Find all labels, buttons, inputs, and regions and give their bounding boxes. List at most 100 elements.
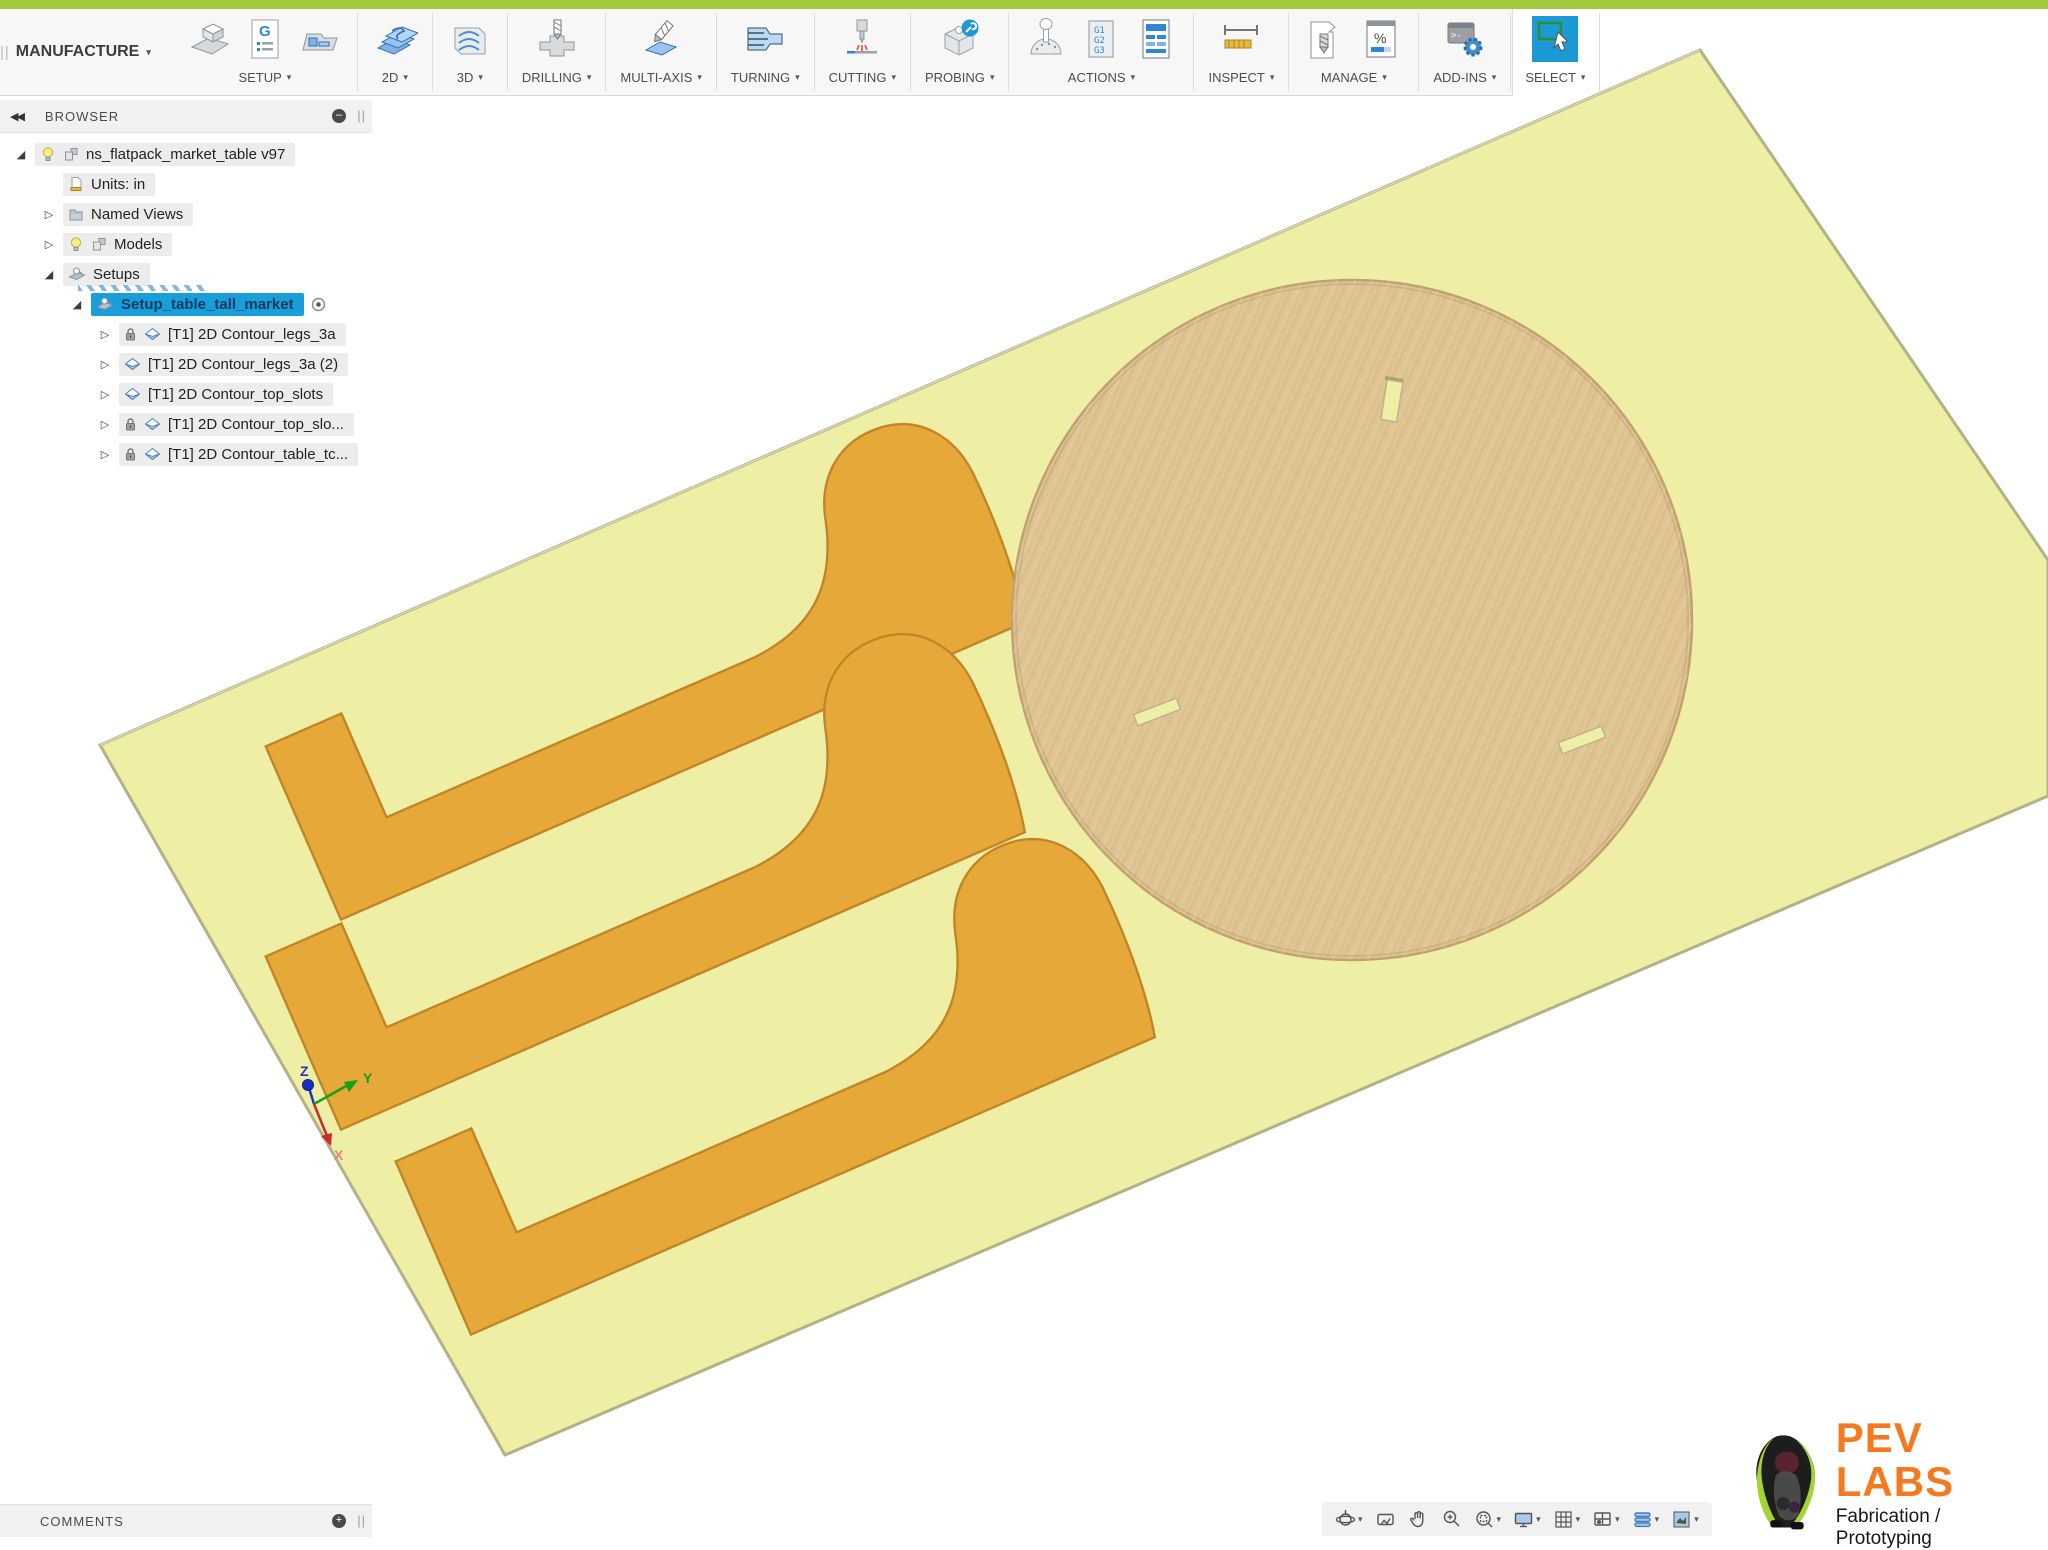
panel-resize-handle[interactable]: || [357,108,366,123]
environment-button[interactable]: ▾ [1668,1507,1702,1532]
chevron-down-icon[interactable]: ▾ [1615,1514,1620,1525]
gcode-document-icon[interactable]: G [242,16,288,62]
collapse-arrow-icon[interactable]: ◢ [42,268,56,281]
tree-item[interactable]: Setups [63,263,150,286]
expand-arrow-icon[interactable]: ▷ [98,358,112,371]
new-setup-icon[interactable] [187,16,233,62]
multi-axis-icon[interactable] [638,16,684,62]
orbit-button[interactable]: ▾ [1332,1507,1366,1532]
chevron-down-icon[interactable]: ▾ [1655,1514,1660,1525]
chevron-down-icon[interactable]: ▾ [1536,1514,1541,1525]
tree-row[interactable]: ▷ [T1] 2D Contour_legs_3a [0,319,372,349]
tree-item[interactable]: [T1] 2D Contour_legs_3a [119,323,346,346]
browser-header[interactable]: ◀◀ BROWSER – || [0,100,372,133]
toolbar-group-label[interactable]: SELECT▾ [1525,70,1585,85]
chevron-down-icon: ▾ [478,72,483,83]
display-settings-button[interactable]: ▾ [1510,1507,1544,1532]
tree-row[interactable]: ◢ Setups [0,259,372,289]
toolbar-group-label[interactable]: MANAGE▾ [1321,70,1387,85]
tree-item[interactable]: [T1] 2D Contour_table_tc... [119,443,358,466]
tool-library-icon[interactable] [1303,16,1349,62]
expand-arrow-icon[interactable]: ▷ [98,388,112,401]
toolbar-group-label[interactable]: PROBING▾ [925,70,995,85]
tree-item[interactable]: ns_flatpack_market_table v97 [35,143,295,166]
tree-item[interactable]: Units: in [63,173,155,196]
tree-row[interactable]: Units: in [0,169,372,199]
tree-row[interactable]: ▷ Models [0,229,372,259]
expand-arrow-icon[interactable]: ▷ [98,418,112,431]
tree-item-selected[interactable]: Setup_table_tall_market [91,293,304,316]
toolbar-group-label[interactable]: 3D▾ [457,70,483,85]
add-comment-icon[interactable]: + [332,1514,346,1528]
toolbar-group-label[interactable]: CUTTING▾ [829,70,896,85]
turning-icon[interactable] [742,16,788,62]
toolbar-group-label-text: 2D [382,70,399,85]
tree-item[interactable]: [T1] 2D Contour_top_slo... [119,413,354,436]
panel-resize-handle[interactable]: || [357,1513,366,1528]
probing-icon[interactable] [937,16,983,62]
tree-row[interactable]: ▷ [T1] 2D Contour_top_slo... [0,409,372,439]
tree-row[interactable]: ▷ [T1] 2D Contour_table_tc... [0,439,372,469]
toolbar-group-label[interactable]: MULTI-AXIS▾ [620,70,702,85]
zoom-button[interactable] [1438,1507,1465,1532]
tabletop-circle[interactable] [1012,280,1692,960]
comments-panel[interactable]: COMMENTS + || [0,1504,372,1537]
chevron-down-icon[interactable]: ▾ [1497,1514,1502,1525]
open-folder-icon[interactable] [297,16,343,62]
select-icon[interactable] [1532,16,1578,62]
toolbar-group-label[interactable]: TURNING▾ [731,70,800,85]
setup-sheet-icon[interactable] [1133,16,1179,62]
visual-style-button[interactable]: ▾ [1629,1507,1663,1532]
chevron-down-icon[interactable]: ▾ [1576,1514,1581,1525]
tree-item[interactable]: Named Views [63,203,193,226]
expand-arrow-icon[interactable]: ▷ [42,208,56,221]
comments-title: COMMENTS [40,1514,124,1529]
tree-item[interactable]: [T1] 2D Contour_legs_3a (2) [119,353,348,376]
tree-item[interactable]: Models [63,233,172,256]
tree-item[interactable]: [T1] 2D Contour_top_slots [119,383,333,406]
toolbar-group-label[interactable]: ADD-INS▾ [1433,70,1496,85]
chevron-down-icon[interactable]: ▾ [1358,1514,1363,1525]
browser-panel: ◀◀ BROWSER – || ◢ ns_flatpack_market_tabl… [0,100,372,469]
scripts-addins-icon[interactable]: >- [1442,16,1488,62]
chevron-down-icon: ▾ [1382,72,1387,83]
measure-icon[interactable] [1218,16,1264,62]
simulate-icon[interactable] [1023,16,1069,62]
collapse-panel-icon[interactable]: ◀◀ [10,110,23,123]
collapse-arrow-icon[interactable]: ◢ [14,148,28,161]
expand-arrow-icon[interactable]: ▷ [42,238,56,251]
viewports-button[interactable]: ▾ [1589,1507,1623,1532]
toolbar-group-label[interactable]: 2D▾ [382,70,408,85]
bulb-icon[interactable] [40,146,56,162]
tree-row[interactable]: ◢ ns_flatpack_market_table v97 [0,139,372,169]
post-process-icon[interactable]: G1G2G3 [1078,16,1124,62]
toolbar-drag-handle[interactable]: || [0,9,10,95]
tree-row[interactable]: ▷ [T1] 2D Contour_top_slots [0,379,372,409]
look-at-button[interactable] [1372,1507,1399,1532]
grid-and-snaps-button[interactable]: ▾ [1550,1507,1584,1532]
chevron-down-icon[interactable]: ▾ [1694,1514,1699,1525]
panel-options-icon[interactable]: – [332,109,346,123]
expand-arrow-icon[interactable]: ▷ [98,448,112,461]
collapse-arrow-icon[interactable]: ◢ [70,298,84,311]
toolbar-group-icons [447,16,493,68]
task-manager-icon[interactable]: % [1358,16,1404,62]
drilling-icon[interactable] [534,16,580,62]
3d-toolpath-icon[interactable] [447,16,493,62]
workspace-switcher[interactable]: MANUFACTURE ▾ [10,9,173,95]
tree-row[interactable]: ▷ [T1] 2D Contour_legs_3a (2) [0,349,372,379]
toolbar-group-label[interactable]: ACTIONS▾ [1068,70,1135,85]
zoom-window-button[interactable]: ▾ [1471,1507,1505,1532]
workspace-label: MANUFACTURE [16,43,140,61]
toolbar-group-label[interactable]: SETUP▾ [238,70,291,85]
expand-arrow-icon[interactable]: ▷ [98,328,112,341]
2d-toolpath-icon[interactable] [372,16,418,62]
toolbar-group-label[interactable]: DRILLING▾ [522,70,592,85]
pan-button[interactable] [1405,1507,1432,1532]
toolbar-group-label[interactable]: INSPECT▾ [1208,70,1274,85]
tree-row[interactable]: ▷ Named Views [0,199,372,229]
tree-row[interactable]: ◢ Setup_table_tall_market [0,289,372,319]
look-at-icon [1375,1509,1396,1530]
cutting-icon[interactable] [839,16,885,62]
bulb-icon[interactable] [68,236,84,252]
